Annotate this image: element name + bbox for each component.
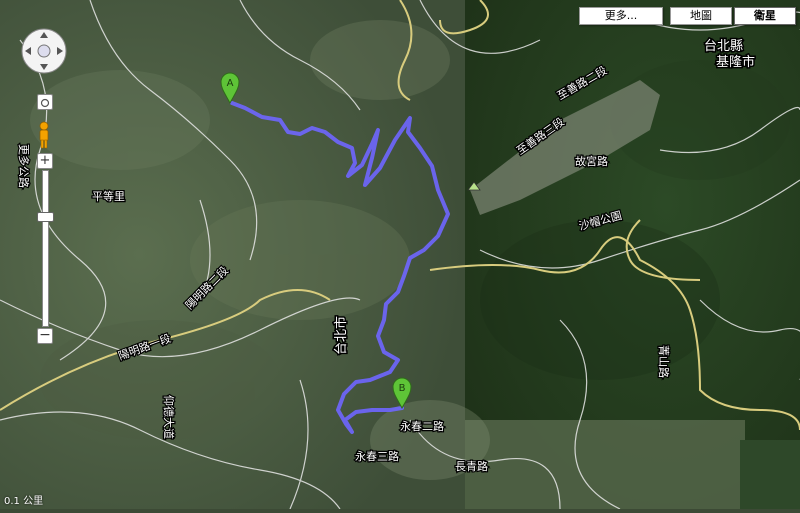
road-label: 永春三路 [355, 449, 399, 463]
satellite-map[interactable]: 台北縣 基隆市 台北市 更多公路 平等里 至善路三段 故宮路 至善路二段 永春三… [0, 0, 800, 510]
more-button[interactable]: 更多... [579, 7, 663, 25]
region-label-keelung-city: 基隆市 [716, 54, 755, 70]
zoom-slider-handle[interactable] [37, 212, 54, 222]
reset-icon [40, 98, 50, 108]
map-view-button[interactable]: 地圖 [670, 7, 732, 25]
reset-view-button[interactable] [37, 94, 53, 110]
zoom-slider-track[interactable] [42, 170, 49, 327]
terrain-patch-2 [740, 440, 800, 509]
road-label: 永春二路 [400, 419, 444, 433]
road-label: 菁山路 [657, 345, 670, 378]
road-label: 故宮路 [575, 154, 608, 168]
marker-a-label: A [227, 78, 234, 89]
region-label-taipei-county: 台北縣 [704, 39, 743, 54]
zoom-out-icon[interactable]: − [37, 328, 53, 344]
map-canvas: 台北縣 基隆市 台北市 更多公路 平等里 至善路三段 故宮路 至善路二段 永春三… [0, 0, 800, 510]
zoom-in-icon[interactable]: + [37, 153, 53, 169]
road-label: 更多公路 [17, 144, 31, 188]
satellite-view-button[interactable]: 衛星 [734, 7, 796, 25]
pan-control-icon[interactable] [20, 27, 68, 75]
road-label: 仰德大道 [162, 395, 176, 439]
pan-control[interactable] [20, 27, 68, 75]
road-label: 平等里 [92, 189, 125, 203]
terrain-patch [465, 420, 745, 509]
road-label: 長青路 [455, 460, 488, 473]
scale-bar: 0.1 公里 [4, 496, 44, 507]
marker-b-label: B [399, 383, 406, 394]
region-label-taipei-city: 台北市 [333, 316, 349, 355]
pegman-icon[interactable] [36, 121, 52, 149]
